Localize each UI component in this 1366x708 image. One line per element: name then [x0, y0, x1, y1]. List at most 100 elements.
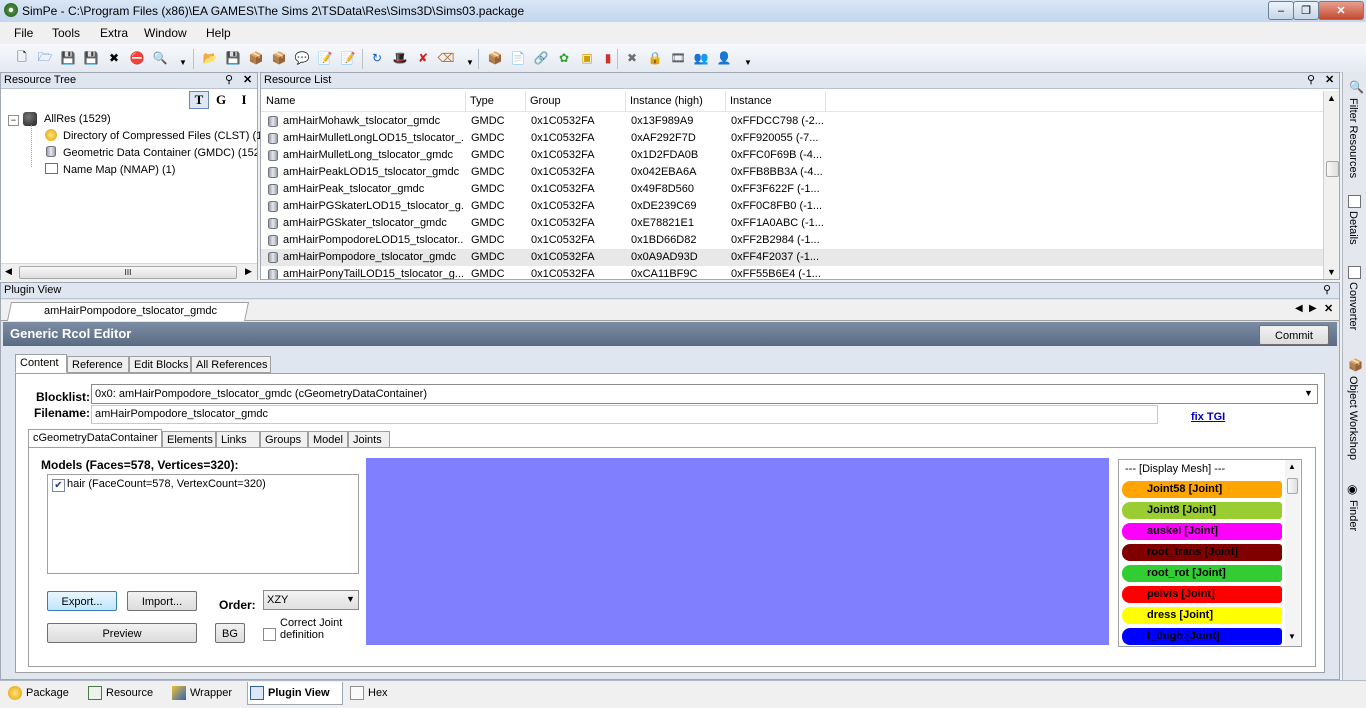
- tree-item-gmdc[interactable]: Geometric Data Container (GMDC) (1527): [63, 147, 257, 159]
- menu-window[interactable]: Window: [144, 26, 187, 40]
- page-icon[interactable]: 📄: [510, 50, 526, 66]
- table-row[interactable]: amHairPGSkaterLOD15_tslocator_g... GMDC 0x…: [261, 198, 1339, 215]
- scroll-right-icon[interactable]: ▶: [245, 266, 252, 277]
- instance-mode-button[interactable]: I: [237, 92, 251, 108]
- notes-icon[interactable]: 📝: [317, 50, 333, 66]
- menu-help[interactable]: Help: [206, 26, 231, 40]
- scroll-up-icon[interactable]: ▲: [1327, 93, 1336, 103]
- column-instance-high[interactable]: Instance (high): [625, 91, 726, 111]
- tree-item-clst[interactable]: Directory of Compressed Files (CLST) (1): [63, 130, 266, 142]
- preview-button[interactable]: Preview: [47, 623, 197, 643]
- bottom-tab-hex[interactable]: Hex: [348, 682, 400, 704]
- dock-tab-details[interactable]: Details: [1344, 195, 1364, 257]
- column-group[interactable]: Group: [525, 91, 626, 111]
- table-row[interactable]: amHairPompodore_tslocator_gmdc GMDC 0x1C05…: [261, 249, 1339, 266]
- inner-tab-model[interactable]: Model: [308, 431, 348, 448]
- inner-tab-gdc[interactable]: cGeometryDataContainer: [28, 429, 162, 448]
- table-row[interactable]: amHairPeakLOD15_tslocator_gmdc GMDC 0x1C05…: [261, 164, 1339, 181]
- tools-icon[interactable]: ✖: [624, 50, 640, 66]
- scroll-down-icon[interactable]: ▼: [1327, 267, 1336, 277]
- package-icon[interactable]: 📦: [248, 50, 264, 66]
- scroll-thumb[interactable]: [1326, 161, 1339, 177]
- tree-item-allres[interactable]: AllRes (1529): [44, 113, 111, 125]
- hat-icon[interactable]: 🎩: [392, 50, 408, 66]
- dock-tab-object-workshop[interactable]: 📦 Object Workshop: [1344, 358, 1364, 474]
- minimize-button[interactable]: –: [1268, 1, 1294, 20]
- tab-reference[interactable]: Reference: [67, 356, 129, 373]
- joint-item[interactable]: root_rot [Joint]: [1122, 565, 1282, 582]
- tree-hscrollbar[interactable]: ◀ III ▶: [1, 263, 257, 280]
- pin-icon[interactable]: ⚲: [225, 73, 233, 86]
- close-file-icon[interactable]: ✖: [106, 50, 122, 66]
- bottom-tab-wrapper[interactable]: Wrapper: [170, 682, 242, 704]
- table-row[interactable]: amHairMohawk_tslocator_gmdc GMDC 0x1C0532F…: [261, 113, 1339, 130]
- pin-icon[interactable]: ⚲: [1323, 283, 1331, 296]
- model-checkbox[interactable]: ✔: [52, 479, 65, 492]
- group-mode-button[interactable]: G: [213, 92, 229, 108]
- table-row[interactable]: amHairPonyTailLOD15_tslocator_g... GMDC 0x…: [261, 266, 1339, 279]
- dock-tab-filter-resources[interactable]: 🔍 Filter Resources: [1344, 78, 1364, 188]
- text-mode-button[interactable]: T: [189, 91, 209, 109]
- collapse-toggle-icon[interactable]: −: [8, 115, 19, 126]
- close-button[interactable]: ✕: [1318, 1, 1364, 20]
- bottom-tab-resource[interactable]: Resource: [86, 682, 164, 704]
- user-icon[interactable]: 👤: [716, 50, 732, 66]
- cube-icon[interactable]: ▣: [579, 50, 595, 66]
- bottom-tab-package[interactable]: Package: [6, 682, 82, 704]
- tab-edit-blocks[interactable]: Edit Blocks: [129, 356, 191, 373]
- bottom-tab-plugin-view[interactable]: Plugin View: [247, 682, 343, 705]
- pin-icon[interactable]: ⚲: [1307, 73, 1315, 86]
- table-row[interactable]: amHairMulletLongLOD15_tslocator_... GMDC 0…: [261, 130, 1339, 147]
- correct-joint-checkbox[interactable]: [263, 628, 276, 641]
- column-instance[interactable]: Instance: [725, 91, 826, 111]
- overflow-chevron-icon[interactable]: ▼: [175, 54, 191, 70]
- menu-extra[interactable]: Extra: [100, 26, 128, 40]
- joint-item[interactable]: dress [Joint]: [1122, 607, 1282, 624]
- comment-icon[interactable]: 💬: [294, 50, 310, 66]
- joint-item[interactable]: pelvis [Joint]: [1122, 586, 1282, 603]
- search-icon[interactable]: 🔍: [152, 50, 168, 66]
- inner-tab-joints[interactable]: Joints: [348, 431, 390, 448]
- new-file-icon[interactable]: 🗋: [14, 50, 30, 66]
- refresh-icon[interactable]: ↻: [369, 50, 385, 66]
- scroll-thumb[interactable]: [1287, 478, 1298, 494]
- inner-tab-groups[interactable]: Groups: [260, 431, 308, 448]
- tree-icon[interactable]: ✿: [556, 50, 572, 66]
- table-row[interactable]: amHairMulletLong_tslocator_gmdc GMDC 0x1C0…: [261, 147, 1339, 164]
- commit-button[interactable]: Commit: [1259, 325, 1329, 345]
- column-type[interactable]: Type: [465, 91, 526, 111]
- chain-icon[interactable]: 🔗: [533, 50, 549, 66]
- film-icon[interactable]: 🎞: [670, 50, 686, 66]
- close-panel-icon[interactable]: ✕: [243, 73, 252, 86]
- fix-tgi-link[interactable]: fix TGI: [1191, 411, 1225, 423]
- overflow-chevron-icon[interactable]: ▼: [462, 54, 478, 70]
- eraser-icon[interactable]: ⌫: [438, 50, 455, 66]
- close-panel-icon[interactable]: ✕: [1325, 73, 1334, 86]
- models-listbox[interactable]: ✔ hair (FaceCount=578, VertexCount=320): [47, 474, 359, 574]
- tab-all-references[interactable]: All References: [191, 356, 271, 373]
- package-delete-icon[interactable]: 📦: [271, 50, 287, 66]
- menu-file[interactable]: File: [14, 26, 33, 40]
- scroll-up-icon[interactable]: ▲: [1288, 462, 1296, 471]
- lock-box-icon[interactable]: 🔒: [647, 50, 663, 66]
- restore-button[interactable]: ❐: [1293, 1, 1319, 20]
- import-button[interactable]: Import...: [127, 591, 197, 611]
- table-row[interactable]: amHairPompodoreLOD15_tslocator... GMDC 0x1…: [261, 232, 1339, 249]
- inner-tab-links[interactable]: Links: [216, 431, 260, 448]
- joint-vscrollbar[interactable]: ▲ ▼: [1285, 460, 1300, 646]
- scroll-down-icon[interactable]: ▼: [1288, 632, 1296, 641]
- disk-icon[interactable]: 💾: [225, 50, 241, 66]
- note-yellow-icon[interactable]: 📝: [340, 50, 356, 66]
- bg-button[interactable]: BG: [215, 623, 245, 643]
- open-file-icon[interactable]: 🗁: [37, 50, 53, 66]
- table-row[interactable]: amHairPGSkater_tslocator_gmdc GMDC 0x1C053…: [261, 215, 1339, 232]
- battery-icon[interactable]: ▮: [600, 50, 616, 66]
- filename-field[interactable]: amHairPompodore_tslocator_gmdc: [91, 405, 1158, 424]
- joint-item[interactable]: Joint58 [Joint]: [1122, 481, 1282, 498]
- joint-listbox[interactable]: --- [Display Mesh] --- Joint58 [Joint] Jo…: [1118, 459, 1302, 647]
- box-icon[interactable]: 📦: [487, 50, 503, 66]
- folder-open-icon[interactable]: 📂: [202, 50, 218, 66]
- dock-tab-finder[interactable]: ◉ Finder: [1344, 482, 1364, 538]
- save-icon[interactable]: 💾: [60, 50, 76, 66]
- stop-icon[interactable]: ⛔: [129, 50, 145, 66]
